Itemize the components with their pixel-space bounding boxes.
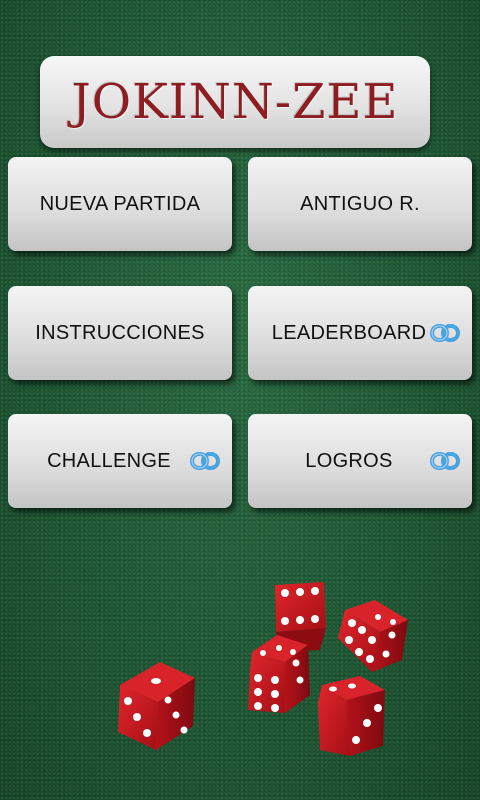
challenge-label: CHALLENGE: [47, 449, 171, 472]
instructions-button[interactable]: INSTRUCCIONES: [8, 286, 232, 380]
challenge-button[interactable]: CHALLENGE: [8, 414, 232, 508]
link-icon: [430, 452, 460, 470]
new-game-button[interactable]: NUEVA PARTIDA: [8, 157, 232, 251]
new-game-label: NUEVA PARTIDA: [39, 192, 201, 215]
app-title: JOKINN-ZEE: [71, 74, 399, 130]
leaderboard-button[interactable]: LEADERBOARD: [248, 286, 472, 380]
die-icon: [318, 676, 385, 756]
achievements-label: LOGROS: [305, 449, 393, 472]
die-icon: [248, 635, 310, 713]
old-record-button[interactable]: ANTIGUO R.: [248, 157, 472, 251]
achievements-button[interactable]: LOGROS: [248, 414, 472, 508]
instructions-label: INSTRUCCIONES: [35, 321, 205, 344]
old-record-label: ANTIGUO R.: [300, 192, 420, 215]
link-icon: [190, 452, 220, 470]
link-icon: [430, 324, 460, 342]
leaderboard-label: LEADERBOARD: [271, 321, 427, 344]
die-icon: [118, 662, 195, 750]
die-icon: [338, 600, 408, 672]
dice-illustration: [118, 582, 408, 756]
logo-banner: JOKINN-ZEE: [40, 56, 430, 148]
